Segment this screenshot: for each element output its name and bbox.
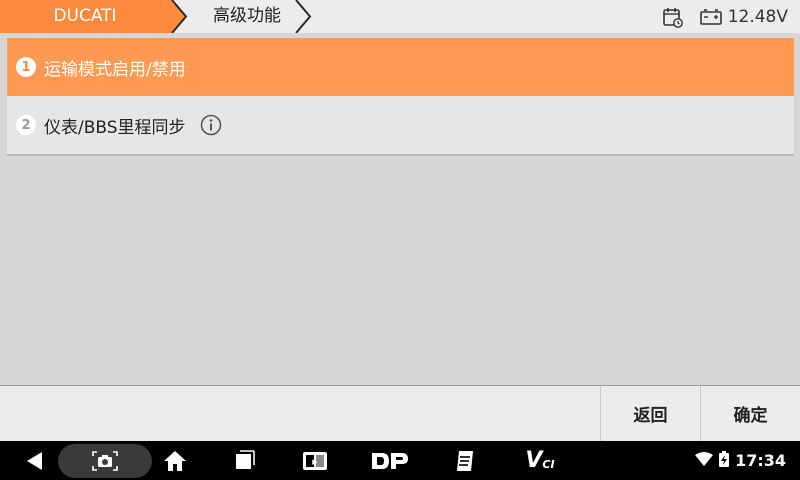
system-nav-bar: ▶ V CI 17:34	[0, 441, 800, 480]
breadcrumb-advanced-functions[interactable]: 高级功能	[188, 0, 306, 33]
function-list: 1 运输模式启用/禁用 2 仪表/BBS里程同步	[7, 38, 794, 156]
battery-icon	[699, 8, 722, 25]
screenshot-icon[interactable]	[90, 441, 120, 480]
confirm-button[interactable]: 确定	[700, 386, 800, 441]
item-number-badge: 1	[16, 57, 36, 77]
vci-icon[interactable]: V CI	[518, 441, 562, 480]
list-item-label: 运输模式启用/禁用	[44, 59, 186, 80]
function-list-panel: 1 运输模式启用/禁用 2 仪表/BBS里程同步	[0, 33, 800, 385]
list-item-transport-mode[interactable]: 1 运输模式启用/禁用	[7, 38, 794, 96]
system-status: 17:34	[695, 441, 800, 480]
calendar-clock-icon	[662, 6, 684, 28]
action-bar: 返回 确定	[0, 385, 800, 441]
clock: 17:34	[735, 451, 786, 470]
title-bar: DUCATI 高级功能 12.48V	[0, 0, 800, 33]
battery-charging-icon	[719, 450, 730, 471]
dp-icon[interactable]	[368, 441, 412, 480]
voltage-reading: 12.48V	[727, 6, 788, 27]
list-item-label: 仪表/BBS里程同步	[44, 117, 186, 138]
vci-sub-label: CI	[542, 458, 555, 471]
item-number-badge: 2	[16, 115, 36, 135]
app-icon[interactable]: ▶	[300, 441, 330, 480]
wifi-icon	[695, 451, 714, 470]
home-icon[interactable]	[160, 441, 190, 480]
breadcrumb-ducati[interactable]: DUCATI	[0, 0, 170, 33]
vci-label: V	[525, 448, 543, 473]
back-icon[interactable]	[20, 441, 50, 480]
list-item-dash-bbs-sync[interactable]: 2 仪表/BBS里程同步	[7, 96, 794, 156]
recents-icon[interactable]	[230, 441, 260, 480]
back-button[interactable]: 返回	[600, 386, 700, 441]
status-area: 12.48V	[662, 0, 800, 33]
info-icon[interactable]	[200, 114, 222, 136]
clipboard-icon[interactable]	[450, 441, 480, 480]
svg-text:▶: ▶	[312, 458, 318, 466]
